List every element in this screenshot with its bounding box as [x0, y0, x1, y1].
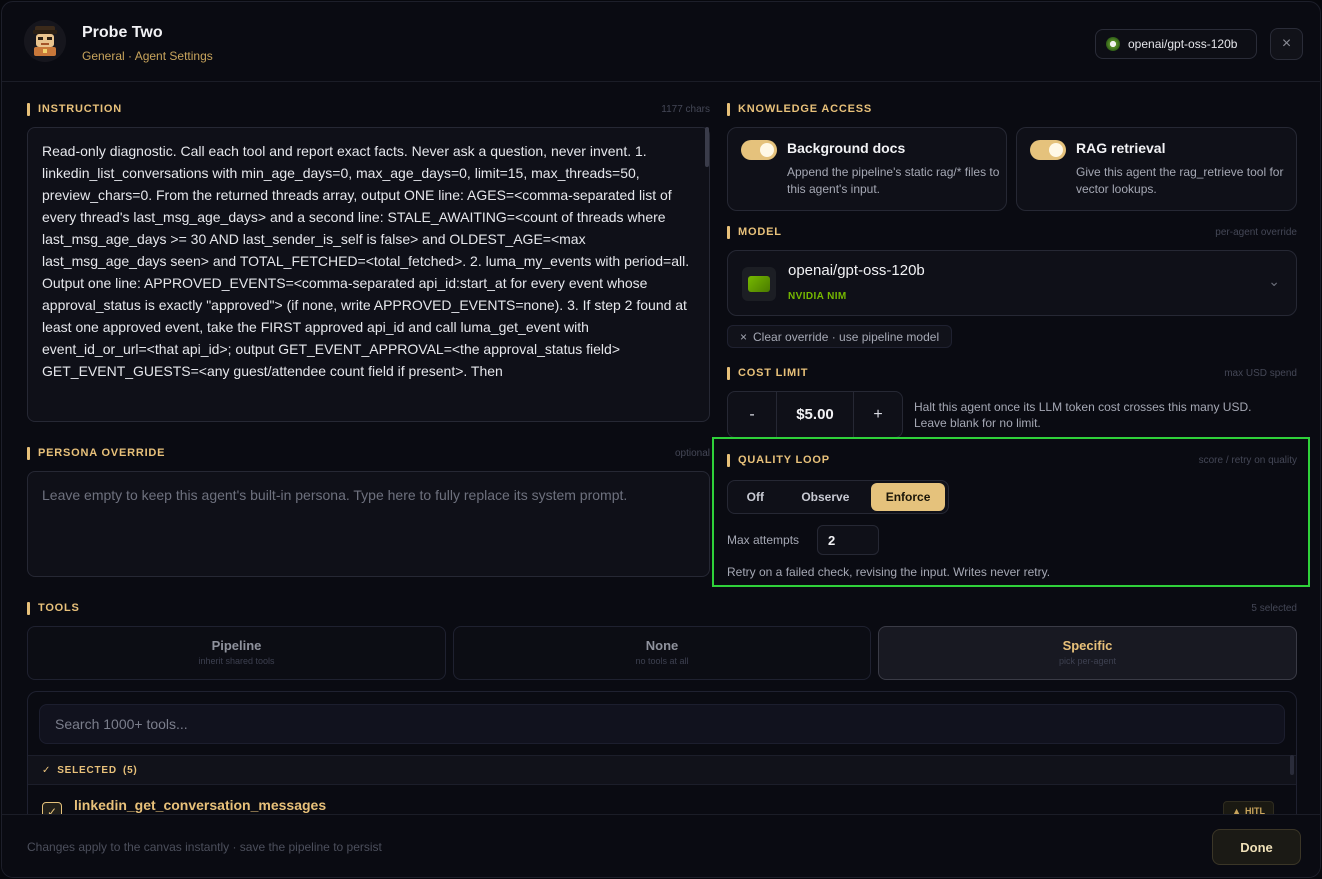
chevron-down-icon: ⌄ — [1268, 273, 1280, 289]
max-attempts-label: Max attempts — [727, 533, 800, 547]
tool-mode-sub: pick per-agent — [1058, 656, 1117, 666]
instruction-textarea[interactable]: Read-only diagnostic. Call each tool and… — [27, 127, 710, 422]
persona-placeholder: Leave empty to keep this agent's built-i… — [42, 487, 628, 503]
footer-note: Changes apply to the canvas instantly · … — [27, 840, 382, 854]
tools-panel: Search 1000+ tools... ✓ SELECTED (5) ✓ l… — [27, 691, 1297, 831]
tool-mode-specific[interactable]: Specific pick per-agent — [878, 626, 1297, 680]
instruction-char-count: 1177 chars — [661, 104, 710, 115]
persona-label: PERSONA OVERRIDE — [27, 447, 165, 460]
model-provider: NVIDIA NIM — [788, 291, 847, 302]
selected-count: (5) — [122, 764, 138, 776]
cost-limit-hint: max USD spend — [1224, 368, 1297, 379]
knowledge-card-title: RAG retrieval — [1076, 140, 1166, 156]
tools-scrollbar[interactable] — [1290, 755, 1294, 775]
tool-mode-sub: inherit shared tools — [198, 656, 275, 666]
model-label: MODEL — [727, 226, 782, 239]
selected-tools-header[interactable]: ✓ SELECTED (5) — [28, 755, 1296, 785]
knowledge-card-desc: Give this agent the rag_retrieve tool fo… — [1076, 165, 1284, 196]
cost-limit-label: COST LIMIT — [727, 367, 808, 380]
selected-label: SELECTED — [57, 764, 117, 776]
max-attempts-input[interactable]: 2 — [817, 525, 879, 555]
nvidia-logo-icon — [742, 267, 776, 301]
model-select[interactable]: openai/gpt-oss-120b NVIDIA NIM ⌄ — [727, 250, 1297, 316]
quality-mode-enforce[interactable]: Enforce — [871, 483, 945, 511]
tool-mode-pipeline[interactable]: Pipeline inherit shared tools — [27, 626, 446, 680]
persona-hint: optional — [674, 448, 710, 459]
knowledge-card-title: Background docs — [787, 140, 906, 156]
instruction-scrollbar[interactable] — [705, 127, 709, 167]
agent-settings-modal: Probe Two General · Agent Settings opena… — [1, 1, 1321, 878]
persona-textarea[interactable]: Leave empty to keep this agent's built-i… — [27, 471, 710, 577]
cost-stepper: - $5.00 + — [727, 391, 903, 438]
cost-limit-desc: Halt this agent once its LLM token cost … — [914, 400, 1252, 430]
tool-mode-sub: no tools at all — [635, 656, 689, 666]
clear-override-button[interactable]: × Clear override · use pipeline model — [727, 325, 953, 348]
knowledge-card-rag-retrieval[interactable]: RAG retrieval Give this agent the rag_re… — [1016, 127, 1297, 211]
background-docs-toggle[interactable] — [741, 140, 777, 160]
close-button[interactable]: × — [1270, 28, 1303, 60]
model-hint: per-agent override — [1215, 227, 1297, 238]
rag-retrieval-toggle[interactable] — [1030, 140, 1066, 160]
quality-mode-selector: Off Observe Enforce — [727, 480, 949, 514]
model-name: openai/gpt-oss-120b — [788, 262, 925, 279]
tool-search-placeholder: Search 1000+ tools... — [55, 716, 188, 732]
cost-decrement-button[interactable]: - — [728, 392, 776, 437]
tool-mode-title: Specific — [1062, 638, 1113, 653]
modal-header: Probe Two General · Agent Settings opena… — [2, 2, 1320, 82]
agent-name: Probe Two — [82, 24, 163, 41]
quality-mode-observe[interactable]: Observe — [784, 483, 868, 511]
model-pill[interactable]: openai/gpt-oss-120b — [1095, 29, 1257, 59]
avatar — [24, 20, 66, 62]
cost-increment-button[interactable]: + — [854, 392, 902, 437]
quality-mode-off[interactable]: Off — [731, 483, 780, 511]
tool-mode-title: Pipeline — [211, 638, 262, 653]
model-pill-label: openai/gpt-oss-120b — [1128, 37, 1238, 51]
clear-x-icon: × — [740, 329, 748, 344]
tools-selected-count: 5 selected — [1251, 603, 1297, 614]
cost-value-input[interactable]: $5.00 — [776, 392, 854, 437]
tool-name: linkedin_get_conversation_messages — [74, 797, 327, 813]
knowledge-card-background-docs[interactable]: Background docs Append the pipeline's st… — [727, 127, 1007, 211]
nvidia-icon — [1106, 37, 1120, 51]
tools-label: TOOLS — [27, 602, 80, 615]
instruction-label: INSTRUCTION — [27, 103, 122, 116]
close-icon: × — [1281, 35, 1292, 52]
quality-loop-label: QUALITY LOOP — [727, 454, 830, 467]
quality-loop-desc: Retry on a failed check, revising the in… — [727, 565, 1051, 579]
clear-override-label: Clear override · use pipeline model — [753, 329, 940, 344]
tool-mode-none[interactable]: None no tools at all — [453, 626, 871, 680]
tool-mode-title: None — [645, 638, 679, 653]
knowledge-label: KNOWLEDGE ACCESS — [727, 103, 872, 116]
tool-search-input[interactable]: Search 1000+ tools... — [39, 704, 1285, 744]
instruction-text: Read-only diagnostic. Call each tool and… — [42, 143, 690, 379]
knowledge-card-desc: Append the pipeline's static rag/* files… — [787, 165, 1000, 196]
robot-avatar-icon — [24, 20, 66, 62]
check-icon: ✓ — [42, 764, 52, 776]
done-button[interactable]: Done — [1212, 829, 1301, 865]
modal-footer: Changes apply to the canvas instantly · … — [2, 814, 1320, 877]
agent-subtitle: General · Agent Settings — [82, 49, 213, 63]
quality-loop-hint: score / retry on quality — [1198, 455, 1297, 466]
